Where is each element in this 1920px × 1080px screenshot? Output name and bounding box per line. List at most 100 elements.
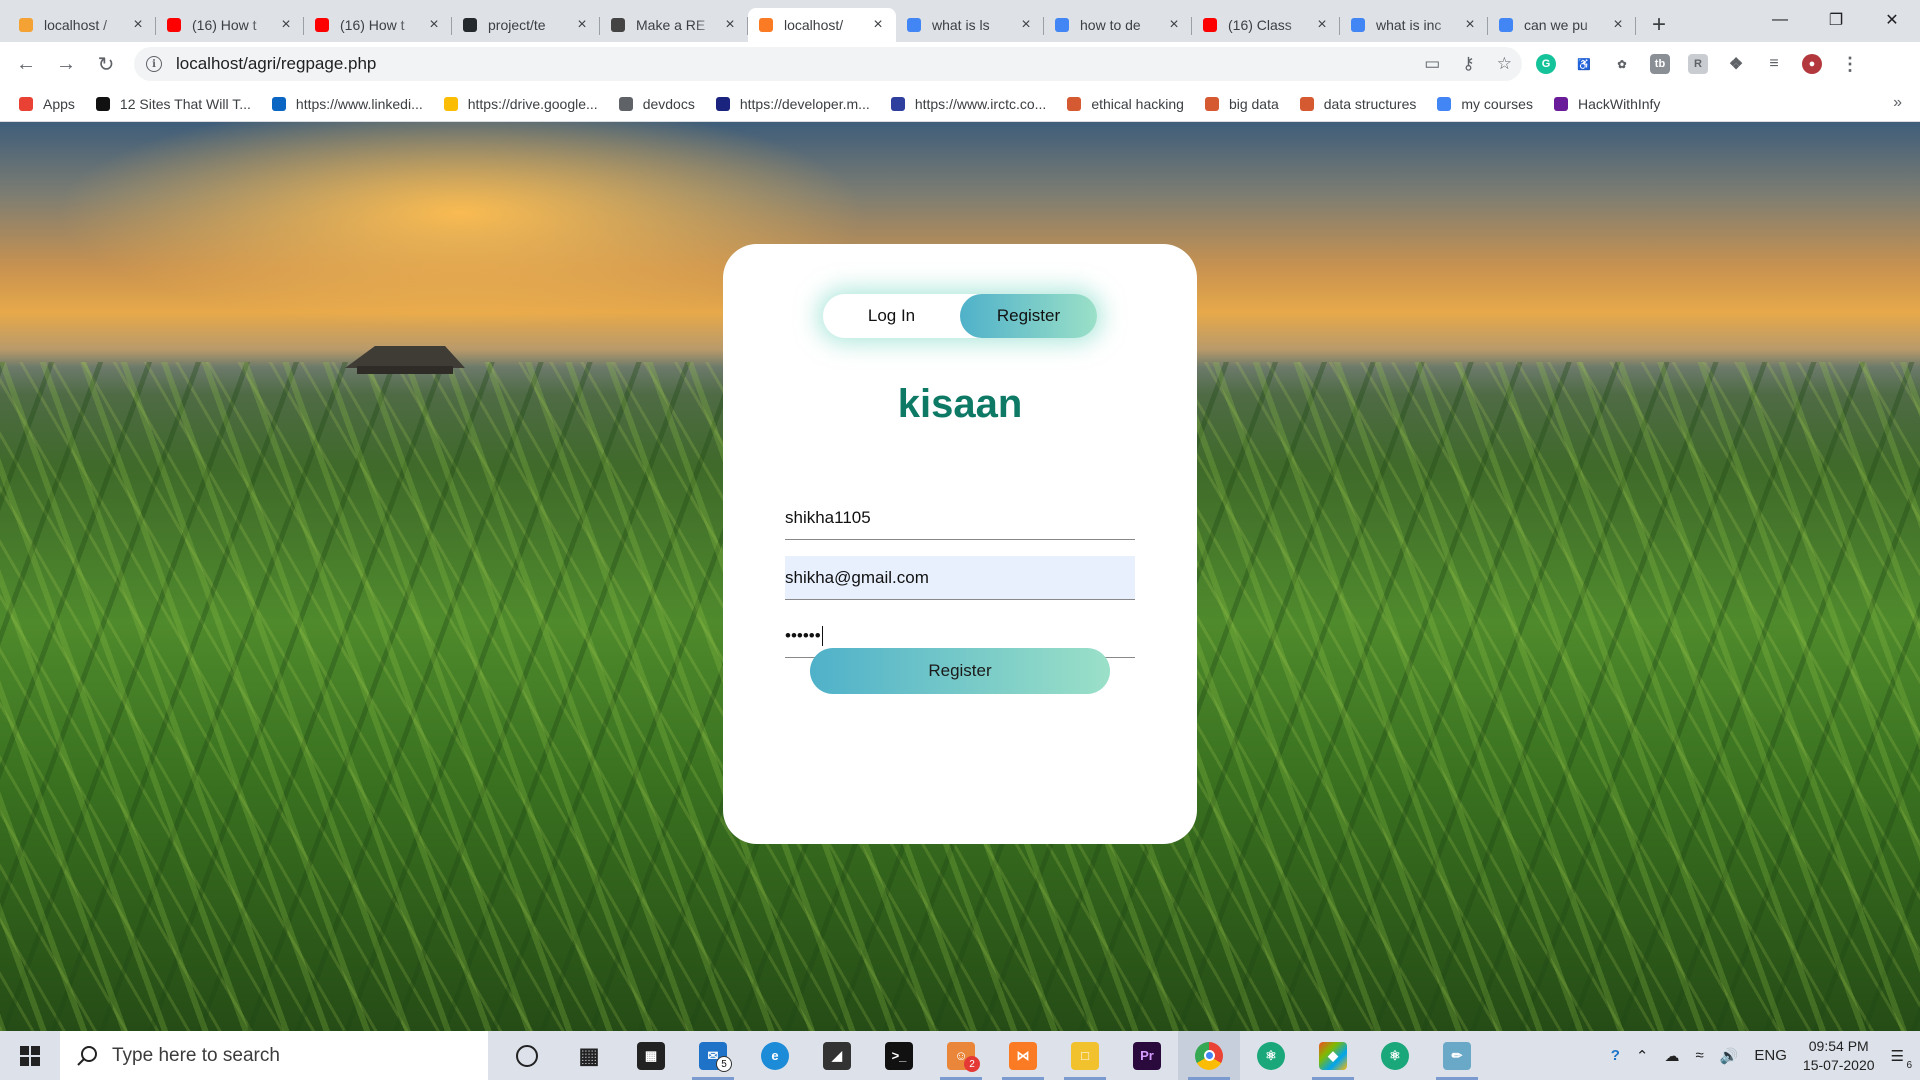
register-submit-button[interactable]: Register xyxy=(810,648,1110,694)
bookmark-item[interactable]: big data xyxy=(1204,96,1279,112)
browser-tab[interactable]: can we pu × xyxy=(1488,8,1636,42)
file-explorer-app[interactable]: □ xyxy=(1054,1031,1116,1080)
clock[interactable]: 09:54 PM 15-07-2020 xyxy=(1803,1037,1875,1075)
new-tab-button[interactable]: + xyxy=(1642,8,1676,42)
wifi-icon[interactable]: ≈ xyxy=(1695,1047,1703,1064)
site-info-icon[interactable]: i xyxy=(146,56,162,72)
mail-app[interactable]: ✉ 5 xyxy=(682,1031,744,1080)
terminal-app[interactable]: >_ xyxy=(868,1031,930,1080)
tab-title: project/te xyxy=(488,17,546,33)
menu-kebab-icon[interactable]: ⋮ xyxy=(1840,54,1860,74)
username-input[interactable]: shikha1105 xyxy=(785,496,1135,540)
minimize-button[interactable]: — xyxy=(1752,0,1808,40)
tab-close-icon[interactable]: × xyxy=(1610,16,1626,34)
tb-extension-icon[interactable]: tb xyxy=(1650,54,1670,74)
bookmark-item[interactable]: Apps xyxy=(18,96,75,112)
help-icon[interactable]: ? xyxy=(1611,1047,1620,1064)
browser-tab[interactable]: (16) How t × xyxy=(304,8,452,42)
language-indicator[interactable]: ENG xyxy=(1754,1047,1787,1064)
bookmark-item[interactable]: https://www.irctc.co... xyxy=(890,96,1046,112)
back-button[interactable]: ← xyxy=(8,46,44,82)
bookmark-item[interactable]: https://drive.google... xyxy=(443,96,598,112)
bookmark-item[interactable]: 12 Sites That Will T... xyxy=(95,96,251,112)
omnibox-actions: ▭ ⚷ ☆ xyxy=(1424,47,1512,81)
tab-close-icon[interactable]: × xyxy=(1166,16,1182,34)
bookmark-item[interactable]: https://developer.m... xyxy=(715,96,870,112)
task-view-button[interactable]: ▦ xyxy=(558,1031,620,1080)
bookmark-item[interactable]: devdocs xyxy=(618,96,695,112)
store-app[interactable]: ▦ xyxy=(620,1031,682,1080)
chrome-app[interactable] xyxy=(1178,1031,1240,1080)
forward-button[interactable]: → xyxy=(48,46,84,82)
sticky-notes-app[interactable]: ◢ xyxy=(806,1031,868,1080)
browser-tab[interactable]: localhost / × xyxy=(8,8,156,42)
r-extension-icon[interactable]: R xyxy=(1688,54,1708,74)
volume-icon[interactable]: 🔊 xyxy=(1720,1047,1739,1065)
xampp-app[interactable]: ⋈ xyxy=(992,1031,1054,1080)
email-input[interactable]: shikha@gmail.com xyxy=(785,556,1135,600)
close-window-button[interactable]: ✕ xyxy=(1864,0,1920,40)
google-icon xyxy=(1350,17,1366,33)
notifications-icon[interactable]: ☰ 6 xyxy=(1891,1047,1912,1071)
more-bookmarks-button[interactable]: » xyxy=(1893,94,1902,112)
tab-title: how to de xyxy=(1080,17,1141,33)
browser-tab[interactable]: what is ls × xyxy=(896,8,1044,42)
bookmark-label: https://www.linkedi... xyxy=(295,95,423,112)
atom-app-2[interactable]: ⚛ xyxy=(1364,1031,1426,1080)
cast-icon[interactable]: ▭ xyxy=(1424,54,1440,74)
bug-icon[interactable]: ✿ xyxy=(1612,54,1632,74)
tab-close-icon[interactable]: × xyxy=(1018,16,1034,34)
tab-close-icon[interactable]: × xyxy=(574,16,590,34)
bookmark-label: ethical hacking xyxy=(1091,95,1184,112)
bookmark-label: https://www.irctc.co... xyxy=(914,95,1047,112)
cortana-button[interactable] xyxy=(496,1031,558,1080)
onedrive-icon[interactable]: ☁ xyxy=(1664,1047,1679,1065)
browser-tab[interactable]: localhost/ × xyxy=(748,8,896,42)
browser-tab[interactable]: project/te × xyxy=(452,8,600,42)
browser-tab[interactable]: (16) How t × xyxy=(156,8,304,42)
profile-avatar[interactable]: ● xyxy=(1802,54,1822,74)
address-bar[interactable]: i localhost/agri/regpage.php ▭ ⚷ ☆ xyxy=(134,47,1522,81)
atom-app[interactable]: ⚛ xyxy=(1240,1031,1302,1080)
bookmark-item[interactable]: HackWithInfy xyxy=(1553,96,1660,112)
tab-title: what is inc xyxy=(1376,17,1442,33)
tab-close-icon[interactable]: × xyxy=(278,16,294,34)
register-toggle-button[interactable]: Register xyxy=(960,294,1097,338)
reload-button[interactable]: ↻ xyxy=(88,46,124,82)
bookmark-item[interactable]: data structures xyxy=(1299,96,1416,112)
tab-close-icon[interactable]: × xyxy=(722,16,738,34)
colorful-app[interactable]: ◆ xyxy=(1302,1031,1364,1080)
edge-app[interactable]: e xyxy=(744,1031,806,1080)
tab-close-icon[interactable]: × xyxy=(1314,16,1330,34)
media-queue-icon[interactable]: ≡ xyxy=(1764,54,1784,74)
browser-tab[interactable]: Make a RE × xyxy=(600,8,748,42)
puzzle-icon[interactable]: ❖ xyxy=(1726,54,1746,74)
bookmark-item[interactable]: ethical hacking xyxy=(1066,96,1184,112)
restore-button[interactable]: ❐ xyxy=(1808,0,1864,40)
grammarly-icon[interactable]: G xyxy=(1536,54,1556,74)
search-placeholder: Type here to search xyxy=(112,1044,280,1066)
devdocs-icon xyxy=(618,96,634,112)
key-icon[interactable]: ⚷ xyxy=(1462,54,1474,74)
bookmark-star-icon[interactable]: ☆ xyxy=(1497,54,1512,74)
bookmark-label: https://drive.google... xyxy=(467,95,598,112)
bookmark-label: my courses xyxy=(1461,95,1533,112)
taskbar-search-box[interactable]: Type here to search xyxy=(60,1031,488,1080)
tab-close-icon[interactable]: × xyxy=(426,16,442,34)
tab-close-icon[interactable]: × xyxy=(130,16,146,34)
start-button[interactable] xyxy=(0,1031,60,1080)
notes-app[interactable]: ✏ xyxy=(1426,1031,1488,1080)
bookmark-item[interactable]: my courses xyxy=(1436,96,1533,112)
bookmark-item[interactable]: https://www.linkedi... xyxy=(271,96,423,112)
login-toggle-button[interactable]: Log In xyxy=(823,294,960,338)
tab-close-icon[interactable]: × xyxy=(870,16,886,34)
browser-tab[interactable]: what is inc × xyxy=(1340,8,1488,42)
premiere-app[interactable]: Pr xyxy=(1116,1031,1178,1080)
tab-close-icon[interactable]: × xyxy=(1462,16,1478,34)
chevron-up-icon[interactable]: ⌃ xyxy=(1636,1047,1649,1065)
chat-app[interactable]: ☺ 2 xyxy=(930,1031,992,1080)
bookmark-label: devdocs xyxy=(642,95,695,112)
accessibility-icon[interactable]: ♿ xyxy=(1574,54,1594,74)
browser-tab[interactable]: (16) Class × xyxy=(1192,8,1340,42)
browser-tab[interactable]: how to de × xyxy=(1044,8,1192,42)
